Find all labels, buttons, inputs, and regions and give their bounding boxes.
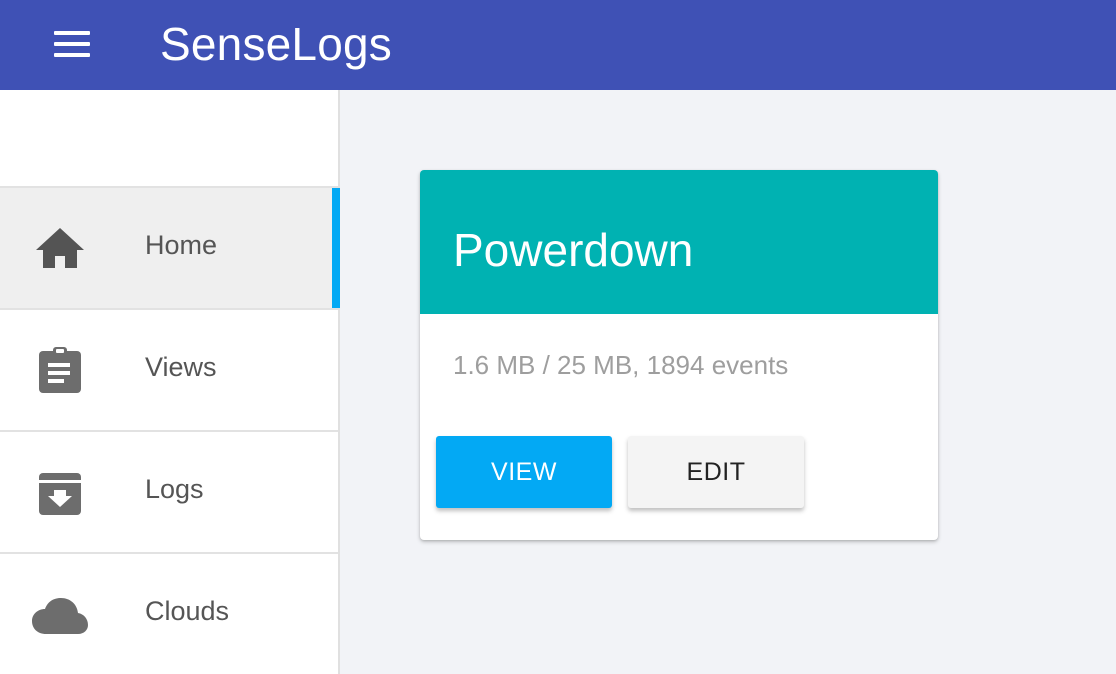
card-title: Powerdown bbox=[453, 224, 694, 276]
card-header: Powerdown bbox=[420, 170, 938, 314]
sidebar-item-label: Home bbox=[145, 230, 218, 260]
sidebar-item-clouds[interactable]: Clouds bbox=[0, 552, 338, 674]
archive-download-icon bbox=[39, 473, 81, 515]
edit-button[interactable]: EDIT bbox=[628, 436, 804, 508]
sidebar-item-label: Views bbox=[145, 352, 217, 382]
hamburger-menu-icon[interactable] bbox=[52, 29, 92, 59]
cloud-icon bbox=[32, 598, 88, 634]
sidebar-item-label: Clouds bbox=[145, 596, 230, 626]
log-card: Powerdown 1.6 MB / 25 MB, 1894 events VI… bbox=[420, 170, 938, 540]
sidebar-item-logs[interactable]: Logs bbox=[0, 430, 338, 552]
view-button[interactable]: VIEW bbox=[436, 436, 612, 508]
card-size-info: 1.6 MB / 25 MB, 1894 events bbox=[453, 350, 789, 380]
clipboard-icon bbox=[39, 347, 81, 393]
home-icon bbox=[36, 228, 84, 268]
sidebar-item-home[interactable]: Home bbox=[0, 186, 340, 308]
app-title: SenseLogs bbox=[160, 18, 392, 70]
sidebar-item-label: Logs bbox=[145, 474, 204, 504]
sidebar: Home Views Logs Clouds bbox=[0, 90, 340, 674]
sidebar-item-views[interactable]: Views bbox=[0, 308, 338, 430]
app-bar: SenseLogs bbox=[0, 0, 1116, 90]
